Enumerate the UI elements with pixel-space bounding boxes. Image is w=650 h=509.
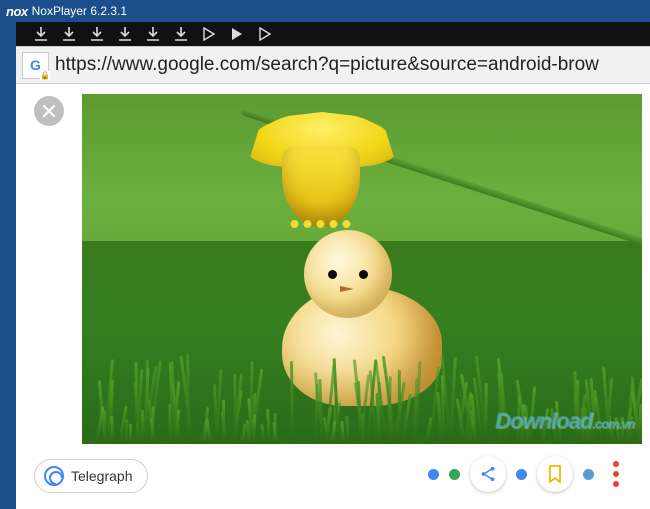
indicator-dot [516, 469, 527, 480]
download-icon[interactable] [34, 27, 48, 41]
play-icon[interactable] [202, 27, 216, 41]
download-icon[interactable] [90, 27, 104, 41]
lock-icon: 🔒 [40, 71, 50, 80]
indicator-dot [583, 469, 594, 480]
source-label: Telegraph [71, 468, 133, 484]
left-column [16, 84, 82, 448]
download-icon[interactable] [118, 27, 132, 41]
download-icon[interactable] [146, 27, 160, 41]
bookmark-button[interactable] [537, 456, 573, 492]
action-row [428, 456, 628, 492]
more-menu-button[interactable] [604, 461, 628, 487]
image-viewer: (function(){ var f=document.currentScrip… [82, 84, 650, 448]
content-area: (function(){ var f=document.currentScrip… [16, 84, 650, 448]
play-icon[interactable] [230, 27, 244, 41]
watermark: Download.com.vn [495, 408, 634, 434]
google-site-icon: G 🔒 [22, 52, 49, 79]
emulator-window: G 🔒 https://www.google.com/search?q=pict… [16, 22, 650, 509]
app-logo: nox [6, 4, 28, 19]
indicator-dot [449, 469, 460, 480]
window-titlebar: nox NoxPlayer 6.2.3.1 [0, 0, 650, 22]
download-icon[interactable] [62, 27, 76, 41]
image-info-bar: Telegraph [16, 448, 650, 504]
source-chip[interactable]: Telegraph [34, 459, 148, 493]
url-text: https://www.google.com/search?q=picture&… [55, 54, 599, 76]
download-icon[interactable] [174, 27, 188, 41]
indicator-dot [428, 469, 439, 480]
share-button[interactable] [470, 456, 506, 492]
close-button[interactable] [34, 96, 64, 126]
globe-icon [44, 466, 64, 486]
play-icon[interactable] [258, 27, 272, 41]
address-bar[interactable]: G 🔒 https://www.google.com/search?q=pict… [16, 46, 650, 84]
image-content[interactable]: (function(){ var f=document.currentScrip… [82, 94, 642, 444]
window-title: NoxPlayer 6.2.3.1 [32, 4, 127, 18]
download-toolbar [16, 22, 650, 46]
